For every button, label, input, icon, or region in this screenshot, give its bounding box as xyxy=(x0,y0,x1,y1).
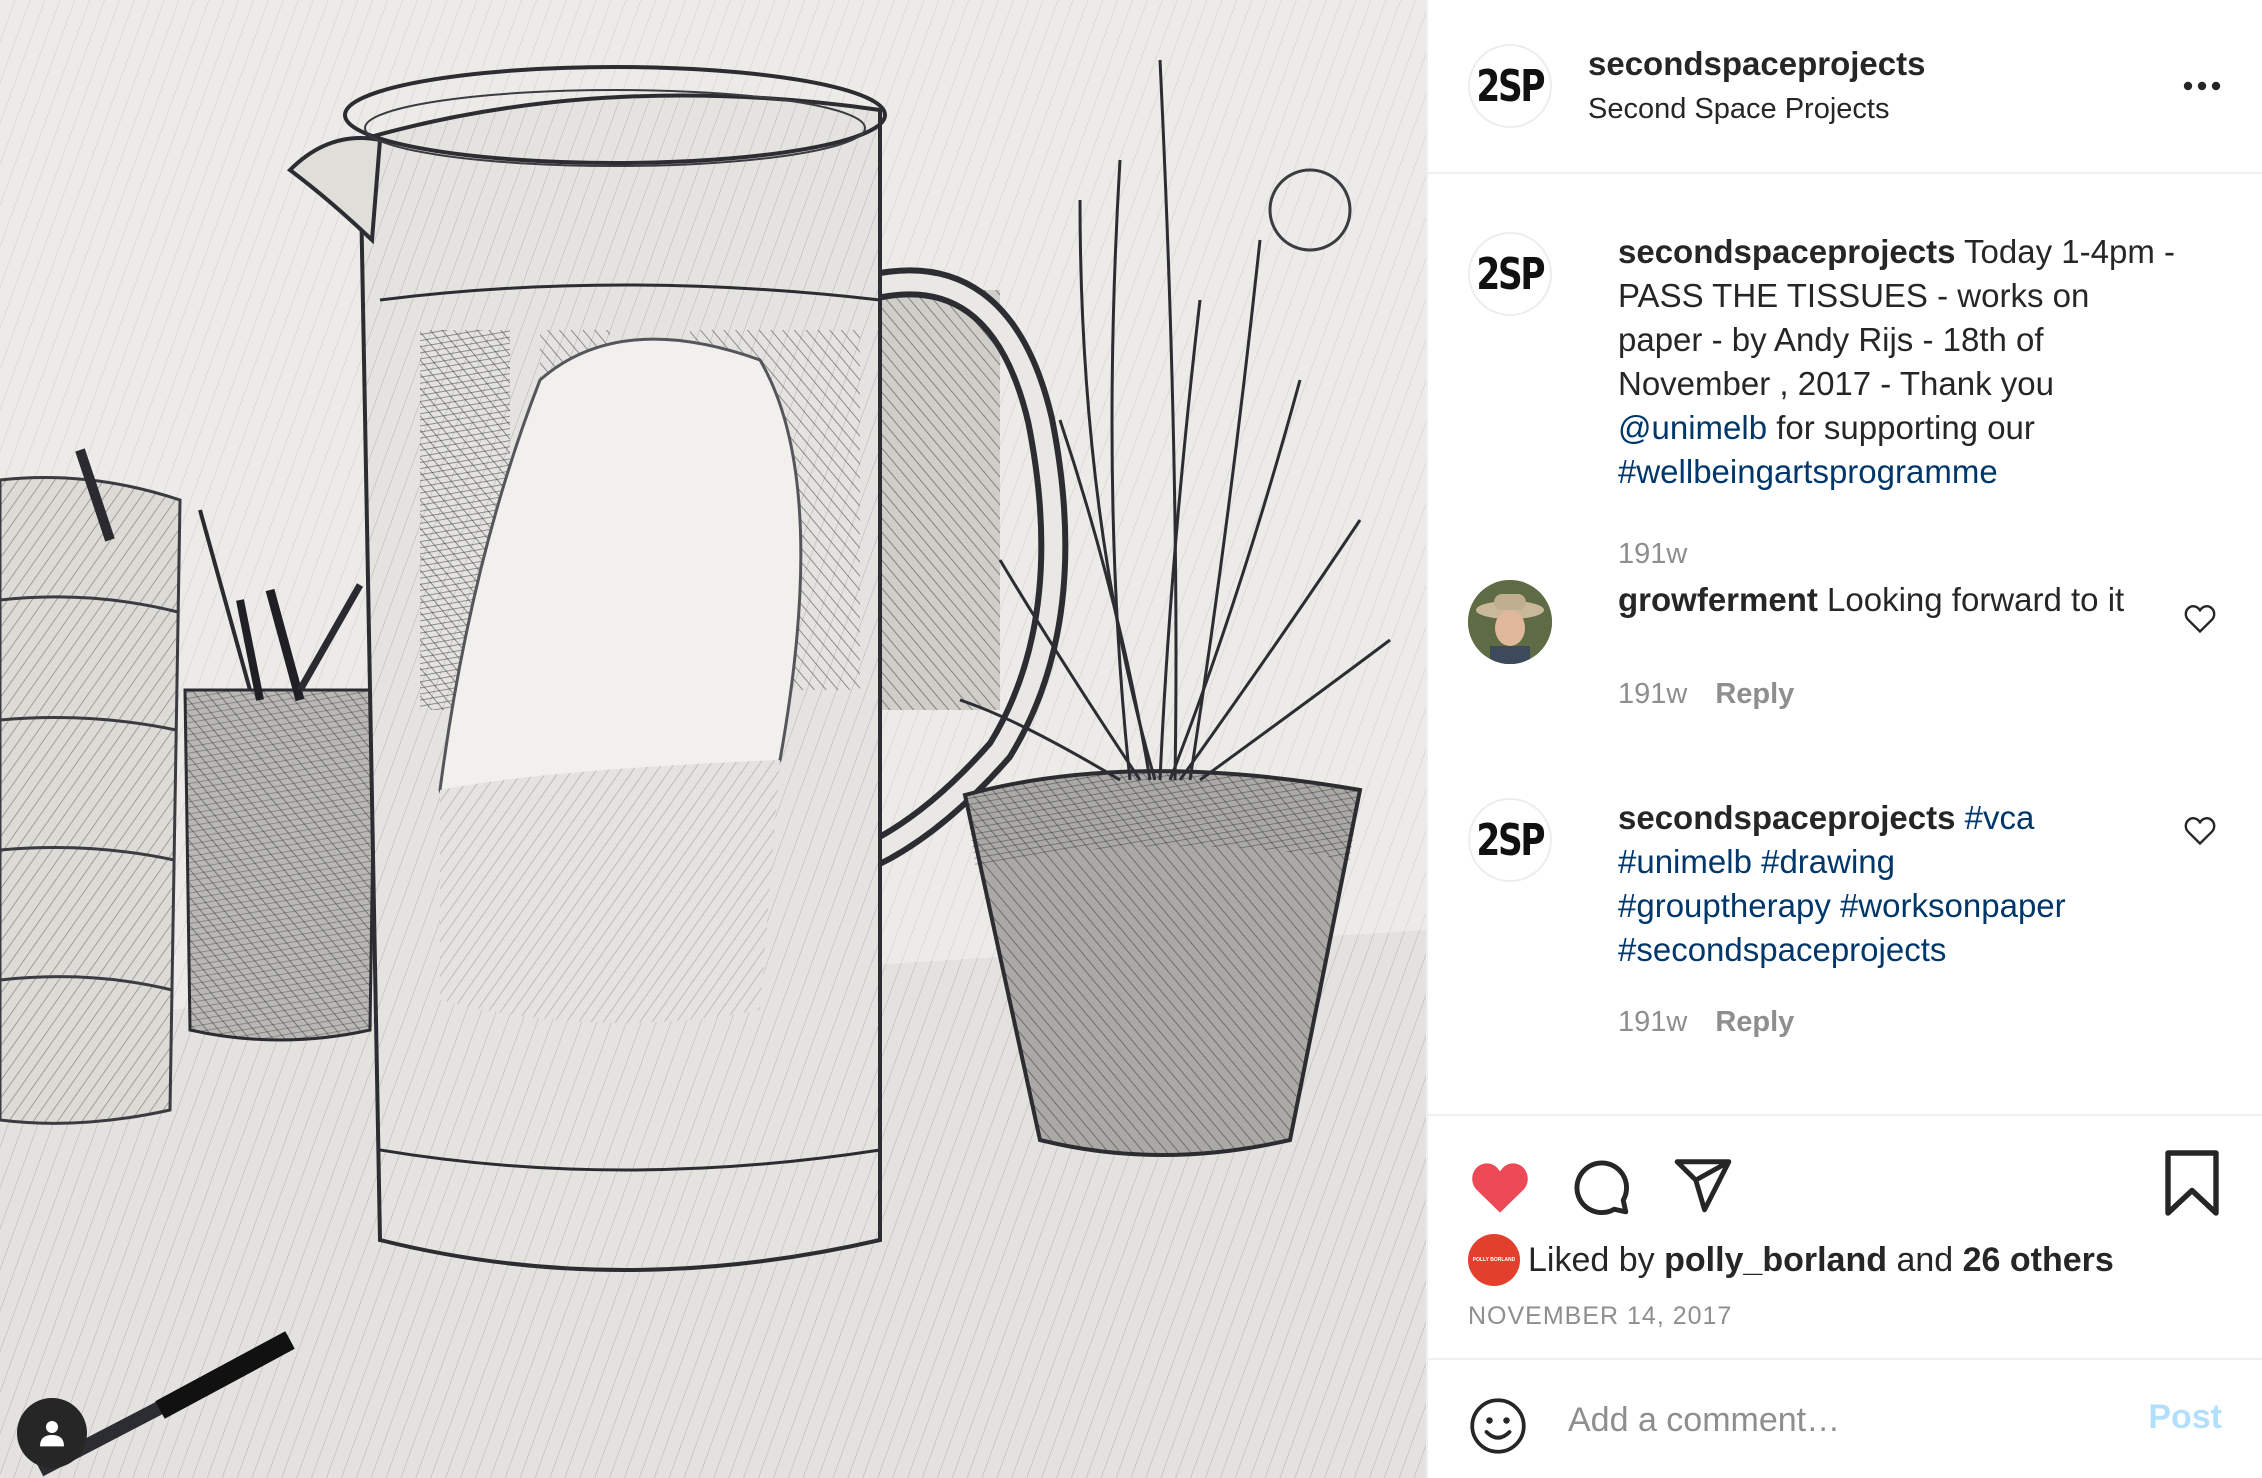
hashtag-link[interactable]: #vca xyxy=(1965,799,2035,836)
post-actions: POLLY BORLAND Liked by polly_borland and… xyxy=(1428,1114,2262,1358)
paper-plane-icon xyxy=(1674,1159,1732,1213)
header-username[interactable]: secondspaceprojects xyxy=(1588,42,2180,86)
like-comment-button[interactable] xyxy=(2182,600,2218,636)
comment-text: secondspaceprojects #vca #unimelb #drawi… xyxy=(1618,796,2138,972)
mention-link[interactable]: @unimelb xyxy=(1618,409,1767,446)
comment-time[interactable]: 191w xyxy=(1618,1006,1687,1038)
save-button[interactable] xyxy=(2162,1150,2222,1221)
share-button[interactable] xyxy=(1672,1154,1734,1221)
more-options-button[interactable] xyxy=(2180,64,2224,108)
hashtag-link[interactable]: #unimelb xyxy=(1618,843,1752,880)
post-comment-button[interactable]: Post xyxy=(2148,1398,2222,1437)
heart-outline-icon xyxy=(2184,817,2216,846)
comment-bubble-icon xyxy=(1574,1160,1629,1215)
comment-input[interactable] xyxy=(1568,1390,2088,1450)
tagged-users-button[interactable] xyxy=(17,1398,87,1468)
user-icon xyxy=(40,1421,64,1447)
reply-button[interactable]: Reply xyxy=(1715,678,1794,710)
comment-text: growferment Looking forward to it xyxy=(1618,578,2138,622)
caption-avatar[interactable]: 2SP xyxy=(1468,232,1552,316)
comment-meta: 191w Reply xyxy=(1618,1004,1794,1040)
comment-meta: 191w Reply xyxy=(1618,676,1794,712)
hashtag-link[interactable]: #drawing xyxy=(1761,843,1895,880)
reply-button[interactable]: Reply xyxy=(1715,1006,1794,1038)
others-count[interactable]: 26 others xyxy=(1963,1241,2114,1280)
liker-avatar-text: POLLY BORLAND xyxy=(1472,1257,1516,1263)
heart-filled-icon xyxy=(1472,1163,1528,1213)
avatar-text: 2SP xyxy=(1476,60,1546,112)
profile-avatar[interactable]: 2SP xyxy=(1468,44,1552,128)
like-button[interactable] xyxy=(1468,1156,1532,1221)
comment-username[interactable]: secondspaceprojects xyxy=(1618,799,1955,836)
post-side-panel: 2SP secondspaceprojects Second Space Pro… xyxy=(1426,0,2262,1478)
post-date[interactable]: NOVEMBER 14, 2017 xyxy=(1468,1302,1732,1331)
liker-avatar[interactable]: POLLY BORLAND xyxy=(1468,1234,1520,1286)
post-container: 2SP secondspaceprojects Second Space Pro… xyxy=(0,0,2262,1478)
profile-photo xyxy=(1468,580,1552,664)
comment-time[interactable]: 191w xyxy=(1618,678,1687,710)
header-names: secondspaceprojects Second Space Project… xyxy=(1588,42,2180,130)
hashtag-link[interactable]: #grouptherapy xyxy=(1618,887,1831,924)
avatar-text: 2SP xyxy=(1476,248,1546,300)
artwork-drawing xyxy=(0,0,1426,1478)
avatar-text: 2SP xyxy=(1476,814,1546,866)
post-header: 2SP secondspaceprojects Second Space Pro… xyxy=(1428,0,2262,174)
commenter-avatar[interactable] xyxy=(1468,580,1552,664)
hashtag-link[interactable]: #wellbeingartsprogramme xyxy=(1618,453,1998,490)
liker-username[interactable]: polly_borland xyxy=(1664,1241,1887,1280)
emoji-button[interactable] xyxy=(1468,1396,1528,1461)
header-full-name: Second Space Projects xyxy=(1588,93,1890,125)
liked-by-label: Liked by xyxy=(1528,1240,1655,1279)
caption-body-2: for supporting our xyxy=(1767,409,2035,446)
more-horizontal-icon xyxy=(2183,81,2221,91)
post-image[interactable] xyxy=(0,0,1426,1478)
comment-button[interactable] xyxy=(1570,1156,1632,1223)
and-label: and xyxy=(1887,1240,1963,1279)
hashtag-link[interactable]: #secondspaceprojects xyxy=(1618,931,1946,968)
likes-summary: POLLY BORLAND Liked by polly_borland and… xyxy=(1468,1232,2114,1288)
caption-username[interactable]: secondspaceprojects xyxy=(1618,233,1955,270)
comment-body: Looking forward to it xyxy=(1817,581,2125,618)
like-comment-button[interactable] xyxy=(2182,812,2218,848)
hashtag-link[interactable]: #worksonpaper xyxy=(1840,887,2066,924)
caption-text: secondspaceprojects Today 1-4pm - PASS T… xyxy=(1618,230,2178,494)
bookmark-icon xyxy=(2165,1150,2219,1216)
commenter-avatar[interactable]: 2SP xyxy=(1468,798,1552,882)
caption-time[interactable]: 191w xyxy=(1618,536,1687,572)
comments-list[interactable]: 2SP secondspaceprojects Today 1-4pm - PA… xyxy=(1428,176,2262,1112)
comment-username[interactable]: growferment xyxy=(1618,581,1818,618)
smiley-icon xyxy=(1470,1398,1526,1454)
add-comment-bar: Post xyxy=(1428,1358,2262,1478)
heart-outline-icon xyxy=(2184,605,2216,634)
